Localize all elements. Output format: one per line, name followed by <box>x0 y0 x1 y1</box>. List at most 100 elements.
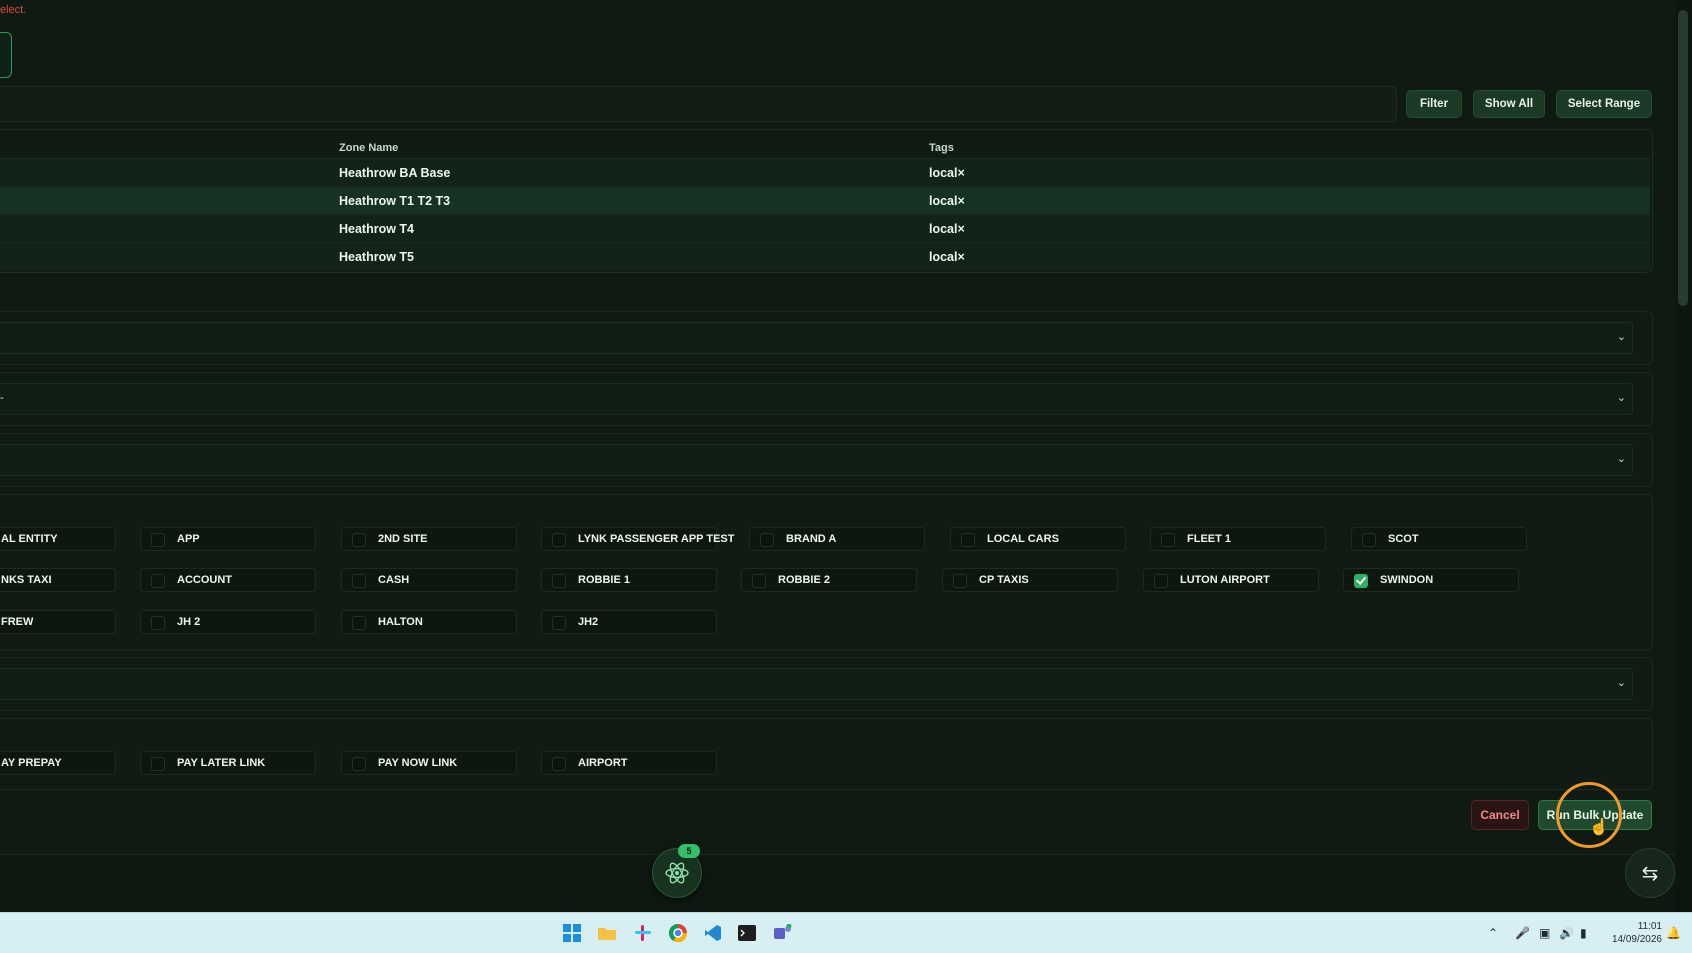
payment-checkbox[interactable]: AIRPORT <box>541 751 717 775</box>
file-explorer-icon[interactable] <box>596 922 618 944</box>
monitor-icon[interactable]: ▣ <box>1539 926 1550 940</box>
swap-arrows-icon: ⇆ <box>1641 862 1659 885</box>
checkbox[interactable] <box>151 757 165 771</box>
error-message: elect. <box>0 4 27 16</box>
checkbox[interactable] <box>151 533 165 547</box>
entity-checkbox[interactable]: ACCOUNT <box>140 568 316 592</box>
select-dropdown-1[interactable]: ⌄ <box>0 322 1633 354</box>
checkbox[interactable] <box>352 616 366 630</box>
checkbox[interactable] <box>352 757 366 771</box>
volume-icon[interactable]: 🔊 <box>1559 926 1574 940</box>
checkbox[interactable] <box>552 574 566 588</box>
entity-label: BRAND A <box>786 533 837 545</box>
entity-checkbox[interactable]: AL ENTITY <box>0 527 116 551</box>
entity-label: 2ND SITE <box>378 533 428 545</box>
teams-icon[interactable] <box>771 922 793 944</box>
checkbox[interactable] <box>352 574 366 588</box>
entity-label: APP <box>177 533 200 545</box>
system-clock[interactable]: 11:01 14/09/2026 <box>1604 920 1662 946</box>
entity-label: LUTON AIRPORT <box>1180 574 1270 586</box>
select-dropdown-2[interactable]: - ⌄ <box>0 383 1633 415</box>
tag-chip[interactable]: local× <box>929 250 965 264</box>
entity-checkbox[interactable]: JH 2 <box>140 610 316 634</box>
windows-start-icon[interactable] <box>561 922 583 944</box>
search-input[interactable] <box>0 86 1397 122</box>
terminal-icon[interactable] <box>736 922 758 944</box>
show-all-button[interactable]: Show All <box>1473 90 1545 118</box>
checkbox[interactable] <box>953 574 967 588</box>
entity-label: FREW <box>1 616 34 628</box>
swap-arrows-button[interactable]: ⇆ <box>1625 848 1675 898</box>
entity-checkbox[interactable]: JH2 <box>541 610 717 634</box>
checkbox[interactable] <box>552 533 566 547</box>
entity-label: ROBBIE 2 <box>778 574 830 586</box>
entity-checkbox[interactable]: ROBBIE 1 <box>541 568 717 592</box>
entity-checkbox[interactable]: BRAND A <box>749 527 925 551</box>
checkbox[interactable] <box>151 574 165 588</box>
tag-chip[interactable]: local× <box>929 222 965 236</box>
entity-checkbox[interactable]: ROBBIE 2 <box>741 568 917 592</box>
checkbox[interactable] <box>752 574 766 588</box>
entity-label: ACCOUNT <box>177 574 232 586</box>
column-header-zone-name: Zone Name <box>339 142 399 154</box>
select-dropdown-4[interactable]: ⌄ <box>0 668 1633 700</box>
entity-checkbox[interactable]: LOCAL CARS <box>950 527 1126 551</box>
app-window: elect. Filter Show All Select Range Zone… <box>0 0 1692 953</box>
bulk-update-form: elect. Filter Show All Select Range Zone… <box>0 0 1676 855</box>
dropdown-section-3: ⌄ <box>0 433 1653 487</box>
entity-checkbox[interactable]: HALTON <box>341 610 517 634</box>
filter-button[interactable]: Filter <box>1406 90 1462 118</box>
chevron-up-icon[interactable]: ⌃ <box>1488 926 1498 940</box>
chevron-down-icon: ⌄ <box>1616 677 1626 689</box>
entity-checkbox-panel: AL ENTITY APP 2ND SITE LYNK PASSENGER AP… <box>0 494 1653 651</box>
entity-label: SWINDON <box>1380 574 1434 586</box>
select-range-button[interactable]: Select Range <box>1556 90 1652 118</box>
entity-checkbox[interactable]: 2ND SITE <box>341 527 517 551</box>
table-row[interactable]: Heathrow T1 T2 T3 local× <box>0 186 1650 214</box>
table-row[interactable]: Heathrow T5 local× <box>0 242 1650 270</box>
entity-checkbox[interactable]: SCOT <box>1351 527 1527 551</box>
entity-checkbox[interactable]: CP TAXIS <box>942 568 1118 592</box>
slack-icon[interactable] <box>632 922 654 944</box>
notification-bell-icon[interactable]: 🔔 <box>1666 926 1681 940</box>
vscode-icon[interactable] <box>702 922 724 944</box>
tag-chip[interactable]: local× <box>929 194 965 208</box>
entity-checkbox[interactable]: CASH <box>341 568 517 592</box>
checkbox[interactable] <box>552 757 566 771</box>
checkbox[interactable] <box>1362 533 1376 547</box>
microphone-icon[interactable]: 🎤 <box>1515 926 1530 940</box>
atom-icon <box>665 862 689 884</box>
green-tab-button[interactable] <box>0 32 12 78</box>
chrome-icon[interactable] <box>667 922 689 944</box>
chevron-down-icon: ⌄ <box>1616 392 1626 404</box>
entity-checkbox[interactable]: LYNK PASSENGER APP TEST <box>541 527 734 551</box>
checkbox-checked[interactable] <box>1354 574 1368 588</box>
windows-taskbar: ⌃ 🎤 ▣ 🔊 ▮ 11:01 14/09/2026 🔔 <box>0 912 1692 953</box>
payment-checkbox[interactable]: PAY LATER LINK <box>140 751 316 775</box>
select-dropdown-3[interactable]: ⌄ <box>0 444 1633 476</box>
checkbox[interactable] <box>1161 533 1175 547</box>
entity-checkbox[interactable]: LUTON AIRPORT <box>1143 568 1319 592</box>
checkbox[interactable] <box>352 533 366 547</box>
tag-chip[interactable]: local× <box>929 166 965 180</box>
entity-checkbox[interactable]: FREW <box>0 610 116 634</box>
cancel-button[interactable]: Cancel <box>1471 800 1529 830</box>
checkbox[interactable] <box>151 616 165 630</box>
entity-checkbox[interactable]: APP <box>140 527 316 551</box>
table-row[interactable]: Heathrow T4 local× <box>0 214 1650 242</box>
payment-checkbox[interactable]: AY PREPAY <box>0 751 116 775</box>
zone-name-cell: Heathrow BA Base <box>339 166 451 180</box>
checkbox[interactable] <box>760 533 774 547</box>
table-row[interactable]: Heathrow BA Base local× <box>0 158 1650 186</box>
checkbox[interactable] <box>552 616 566 630</box>
payment-checkbox[interactable]: PAY NOW LINK <box>341 751 517 775</box>
entity-checkbox[interactable]: FLEET 1 <box>1150 527 1326 551</box>
checkbox[interactable] <box>1154 574 1168 588</box>
scrollbar-thumb[interactable] <box>1678 10 1688 306</box>
battery-icon[interactable]: ▮ <box>1580 926 1587 940</box>
entity-checkbox[interactable]: NKS TAXI <box>0 568 116 592</box>
checkbox[interactable] <box>961 533 975 547</box>
dropdown-section-2: - ⌄ <box>0 372 1653 426</box>
zone-name-cell: Heathrow T1 T2 T3 <box>339 194 451 208</box>
entity-checkbox-swindon[interactable]: SWINDON <box>1343 568 1519 592</box>
